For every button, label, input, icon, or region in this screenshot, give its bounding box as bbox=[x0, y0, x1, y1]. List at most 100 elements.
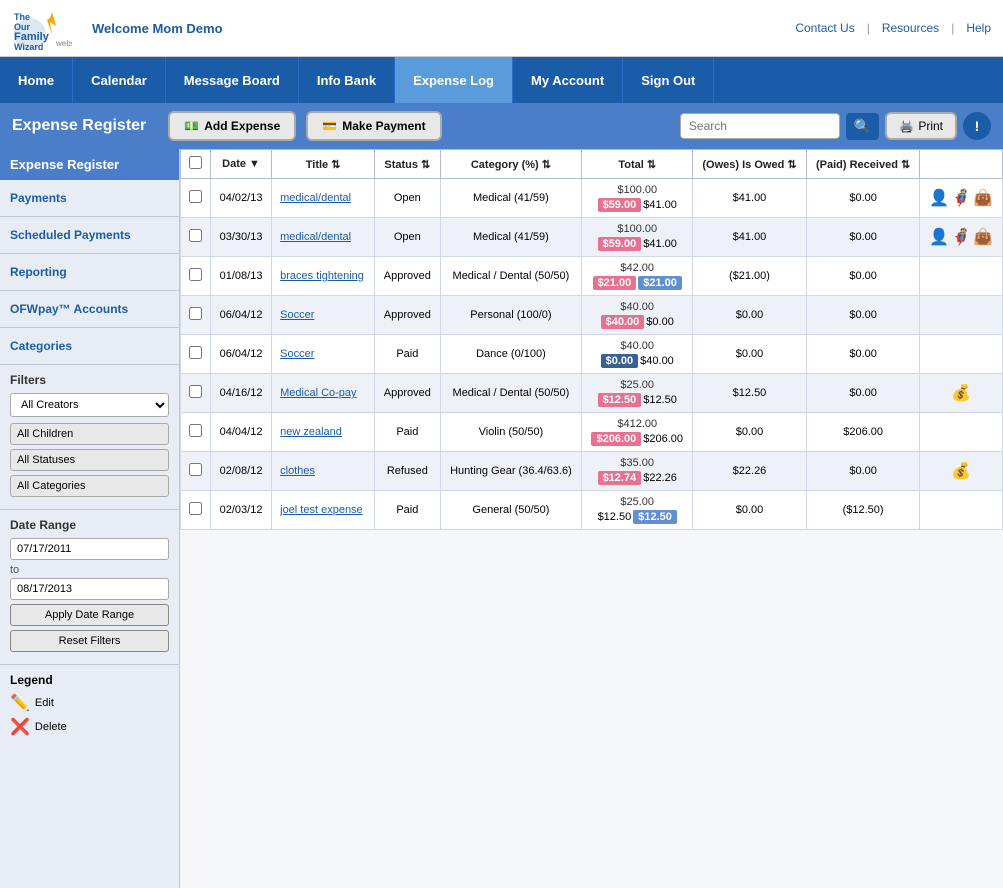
nav-calendar[interactable]: Calendar bbox=[73, 57, 166, 103]
action-person-icon[interactable]: 👤 bbox=[929, 188, 949, 208]
row-checkbox[interactable] bbox=[189, 307, 202, 320]
action-hero-icon[interactable]: 🦸 bbox=[951, 188, 971, 208]
search-input[interactable] bbox=[680, 113, 840, 139]
cell-total: $40.00$0.00$40.00 bbox=[582, 335, 693, 374]
expense-title-link[interactable]: braces tightening bbox=[280, 270, 364, 282]
expense-title-link[interactable]: Soccer bbox=[280, 348, 314, 360]
action-bag-icon[interactable]: 👜 bbox=[973, 188, 993, 208]
cell-total: $35.00$12.74$22.26 bbox=[582, 452, 693, 491]
expense-title-link[interactable]: clothes bbox=[280, 465, 315, 477]
search-button[interactable]: 🔍 bbox=[846, 113, 879, 140]
th-owes[interactable]: (Owes) Is Owed ⇅ bbox=[693, 150, 807, 179]
th-date[interactable]: Date ▼ bbox=[211, 150, 272, 179]
table-area: Date ▼ Title ⇅ Status ⇅ Category (%) ⇅ T… bbox=[180, 149, 1003, 888]
expense-title-link[interactable]: new zealand bbox=[280, 426, 342, 438]
row-checkbox[interactable] bbox=[189, 463, 202, 476]
reset-filters-button[interactable]: Reset Filters bbox=[10, 630, 169, 652]
svg-text:The: The bbox=[14, 12, 30, 22]
row-checkbox[interactable] bbox=[189, 424, 202, 437]
print-button[interactable]: 🖨️ Print bbox=[885, 112, 957, 140]
sidebar-item-categories[interactable]: Categories bbox=[10, 336, 169, 356]
th-total[interactable]: Total ⇅ bbox=[582, 150, 693, 179]
resources-link[interactable]: Resources bbox=[882, 21, 939, 35]
select-all-checkbox[interactable] bbox=[189, 156, 202, 169]
cell-paid: $0.00 bbox=[806, 452, 920, 491]
th-status[interactable]: Status ⇅ bbox=[375, 150, 440, 179]
sidebar-item-reporting[interactable]: Reporting bbox=[10, 262, 169, 282]
filter-children-button[interactable]: All Children bbox=[10, 423, 169, 445]
cell-owes: $41.00 bbox=[693, 179, 807, 218]
amount-normal: $40.00 bbox=[640, 355, 674, 367]
row-checkbox[interactable] bbox=[189, 502, 202, 515]
sidebar-item-ofwpay[interactable]: OFWpay™ Accounts bbox=[10, 299, 169, 319]
expense-title-link[interactable]: Soccer bbox=[280, 309, 314, 321]
sidebar-item-scheduled-payments[interactable]: Scheduled Payments bbox=[10, 225, 169, 245]
action-money-icon[interactable]: 💰 bbox=[951, 383, 971, 403]
cell-date: 03/30/13 bbox=[211, 218, 272, 257]
action-hero-icon[interactable]: 🦸 bbox=[951, 227, 971, 247]
nav-my-account[interactable]: My Account bbox=[513, 57, 623, 103]
amount-normal: $206.00 bbox=[643, 433, 683, 445]
cell-owes: $0.00 bbox=[693, 491, 807, 530]
cell-owes: $12.50 bbox=[693, 374, 807, 413]
printer-icon: 🖨️ bbox=[899, 119, 914, 133]
table-row: 03/30/13medical/dentalOpenMedical (41/59… bbox=[181, 218, 1003, 257]
expense-title-link[interactable]: Medical Co-pay bbox=[280, 387, 356, 399]
expense-title-link[interactable]: joel test expense bbox=[280, 504, 363, 516]
row-checkbox[interactable] bbox=[189, 268, 202, 281]
cell-title: clothes bbox=[272, 452, 375, 491]
cell-actions bbox=[920, 413, 1003, 452]
cell-title: joel test expense bbox=[272, 491, 375, 530]
table-row: 02/08/12clothesRefusedHunting Gear (36.4… bbox=[181, 452, 1003, 491]
cell-title: medical/dental bbox=[272, 218, 375, 257]
filter-creators-select[interactable]: All Creators bbox=[10, 393, 169, 417]
cell-date: 04/02/13 bbox=[211, 179, 272, 218]
date-to-input[interactable] bbox=[10, 578, 169, 600]
alert-button[interactable]: ! bbox=[963, 112, 991, 140]
add-expense-button[interactable]: 💵 Add Expense bbox=[168, 111, 296, 141]
nav-sign-out[interactable]: Sign Out bbox=[623, 57, 714, 103]
action-money-icon[interactable]: 💰 bbox=[951, 461, 971, 481]
amount-pink: $59.00 bbox=[598, 198, 642, 212]
filter-statuses-button[interactable]: All Statuses bbox=[10, 449, 169, 471]
cell-title: Soccer bbox=[272, 335, 375, 374]
nav-info-bank[interactable]: Info Bank bbox=[299, 57, 395, 103]
svg-text:website: website bbox=[55, 39, 72, 48]
filter-categories-button[interactable]: All Categories bbox=[10, 475, 169, 497]
expense-title-link[interactable]: medical/dental bbox=[280, 192, 351, 204]
row-checkbox[interactable] bbox=[189, 346, 202, 359]
make-payment-button[interactable]: 💳 Make Payment bbox=[306, 111, 441, 141]
date-to-label: to bbox=[10, 564, 169, 576]
cell-actions: 👤🦸👜 bbox=[920, 218, 1003, 257]
legend-label: Legend bbox=[10, 673, 169, 687]
cell-status: Paid bbox=[375, 335, 440, 374]
top-bar-left: The Our Family Wizard website Welcome Mo… bbox=[12, 4, 223, 52]
cell-total: $25.00$12.50$12.50 bbox=[582, 374, 693, 413]
cell-owes: $0.00 bbox=[693, 296, 807, 335]
apply-date-range-button[interactable]: Apply Date Range bbox=[10, 604, 169, 626]
expense-title-link[interactable]: medical/dental bbox=[280, 231, 351, 243]
date-range-label: Date Range bbox=[10, 518, 169, 532]
cell-title: new zealand bbox=[272, 413, 375, 452]
table-row: 02/03/12joel test expensePaidGeneral (50… bbox=[181, 491, 1003, 530]
contact-us-link[interactable]: Contact Us bbox=[795, 21, 854, 35]
row-checkbox[interactable] bbox=[189, 229, 202, 242]
action-bag-icon[interactable]: 👜 bbox=[973, 227, 993, 247]
th-category[interactable]: Category (%) ⇅ bbox=[440, 150, 582, 179]
cell-date: 06/04/12 bbox=[211, 296, 272, 335]
sidebar-item-payments[interactable]: Payments bbox=[10, 188, 169, 208]
th-title[interactable]: Title ⇅ bbox=[272, 150, 375, 179]
cell-paid: $0.00 bbox=[806, 179, 920, 218]
row-checkbox[interactable] bbox=[189, 190, 202, 203]
date-from-input[interactable] bbox=[10, 538, 169, 560]
row-checkbox[interactable] bbox=[189, 385, 202, 398]
nav-message-board[interactable]: Message Board bbox=[166, 57, 299, 103]
nav-home[interactable]: Home bbox=[0, 57, 73, 103]
action-person-icon[interactable]: 👤 bbox=[929, 227, 949, 247]
cell-title: Medical Co-pay bbox=[272, 374, 375, 413]
cell-status: Paid bbox=[375, 413, 440, 452]
nav-expense-log[interactable]: Expense Log bbox=[395, 57, 513, 103]
help-link[interactable]: Help bbox=[966, 21, 991, 35]
th-paid[interactable]: (Paid) Received ⇅ bbox=[806, 150, 920, 179]
amount-pink: $59.00 bbox=[598, 237, 642, 251]
